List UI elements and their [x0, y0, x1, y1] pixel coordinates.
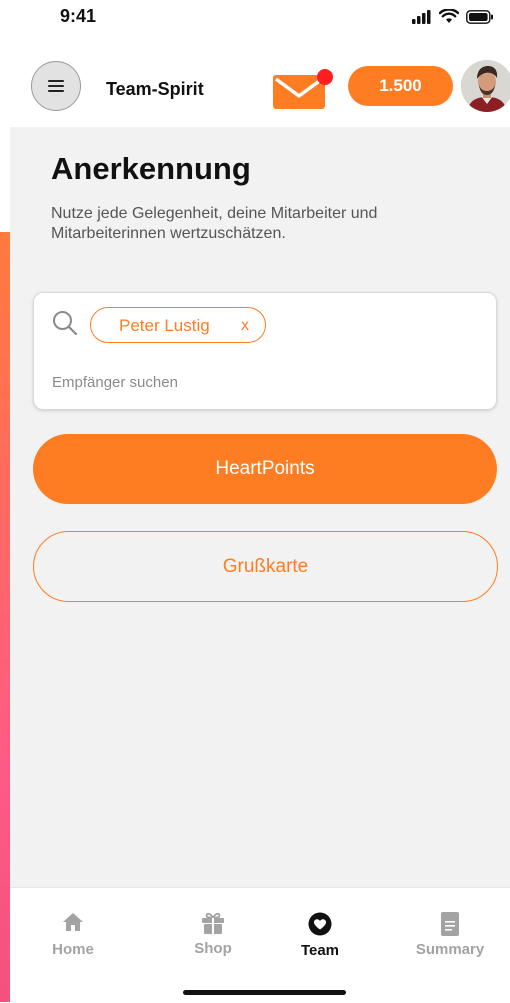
status-time: 9:41 [60, 6, 97, 26]
wifi-icon [439, 9, 459, 23]
nav-item-summary[interactable]: Summary [405, 912, 495, 958]
mail-icon[interactable] [273, 69, 337, 109]
heart-icon [308, 912, 332, 936]
nav-item-shop[interactable]: Shop [168, 912, 258, 957]
search-icon [53, 311, 78, 336]
nav-item-home[interactable]: Home [28, 912, 118, 958]
menu-button[interactable] [31, 61, 81, 111]
status-bar: 9:41 [0, 0, 510, 40]
avatar-portrait-icon [461, 60, 510, 112]
status-icons [412, 9, 494, 24]
nav-label-team: Team [300, 942, 340, 959]
page-title: Anerkennung [51, 151, 251, 186]
main-content: Anerkennung Nutze jede Gelegenheit, dein… [10, 127, 510, 887]
notification-dot [317, 69, 333, 85]
greeting-card-button[interactable]: Grußkarte [33, 531, 498, 602]
recipient-search-input[interactable] [52, 371, 472, 393]
user-avatar[interactable] [461, 60, 510, 112]
points-balance-value: 1.500 [379, 76, 422, 95]
hamburger-icon [48, 80, 64, 92]
side-gradient-strip [0, 232, 10, 1002]
nav-label-home: Home [52, 941, 94, 958]
home-icon [63, 913, 83, 931]
document-icon [441, 912, 459, 936]
gift-icon [202, 912, 224, 934]
recipient-search-card: Peter Lustig x [33, 292, 497, 410]
nav-label-shop: Shop [194, 940, 232, 957]
points-balance-badge[interactable]: 1.500 [348, 66, 453, 106]
heartpoints-button[interactable]: HeartPoints [33, 434, 497, 504]
page-description: Nutze jede Gelegenheit, deine Mitarbeite… [51, 205, 378, 242]
signal-icon [412, 9, 431, 24]
home-indicator [183, 990, 346, 995]
remove-recipient-button[interactable]: x [241, 317, 249, 335]
app-header: Team-Spirit 1.500 [0, 55, 510, 125]
nav-label-summary: Summary [415, 941, 485, 958]
bottom-nav: Home Shop Team Summary [10, 887, 510, 1003]
nav-item-team[interactable]: Team [275, 912, 365, 959]
app-title: Team-Spirit [106, 79, 204, 99]
recipient-chip: Peter Lustig x [90, 307, 266, 343]
battery-icon [466, 9, 493, 24]
recipient-chip-label: Peter Lustig [119, 316, 210, 335]
